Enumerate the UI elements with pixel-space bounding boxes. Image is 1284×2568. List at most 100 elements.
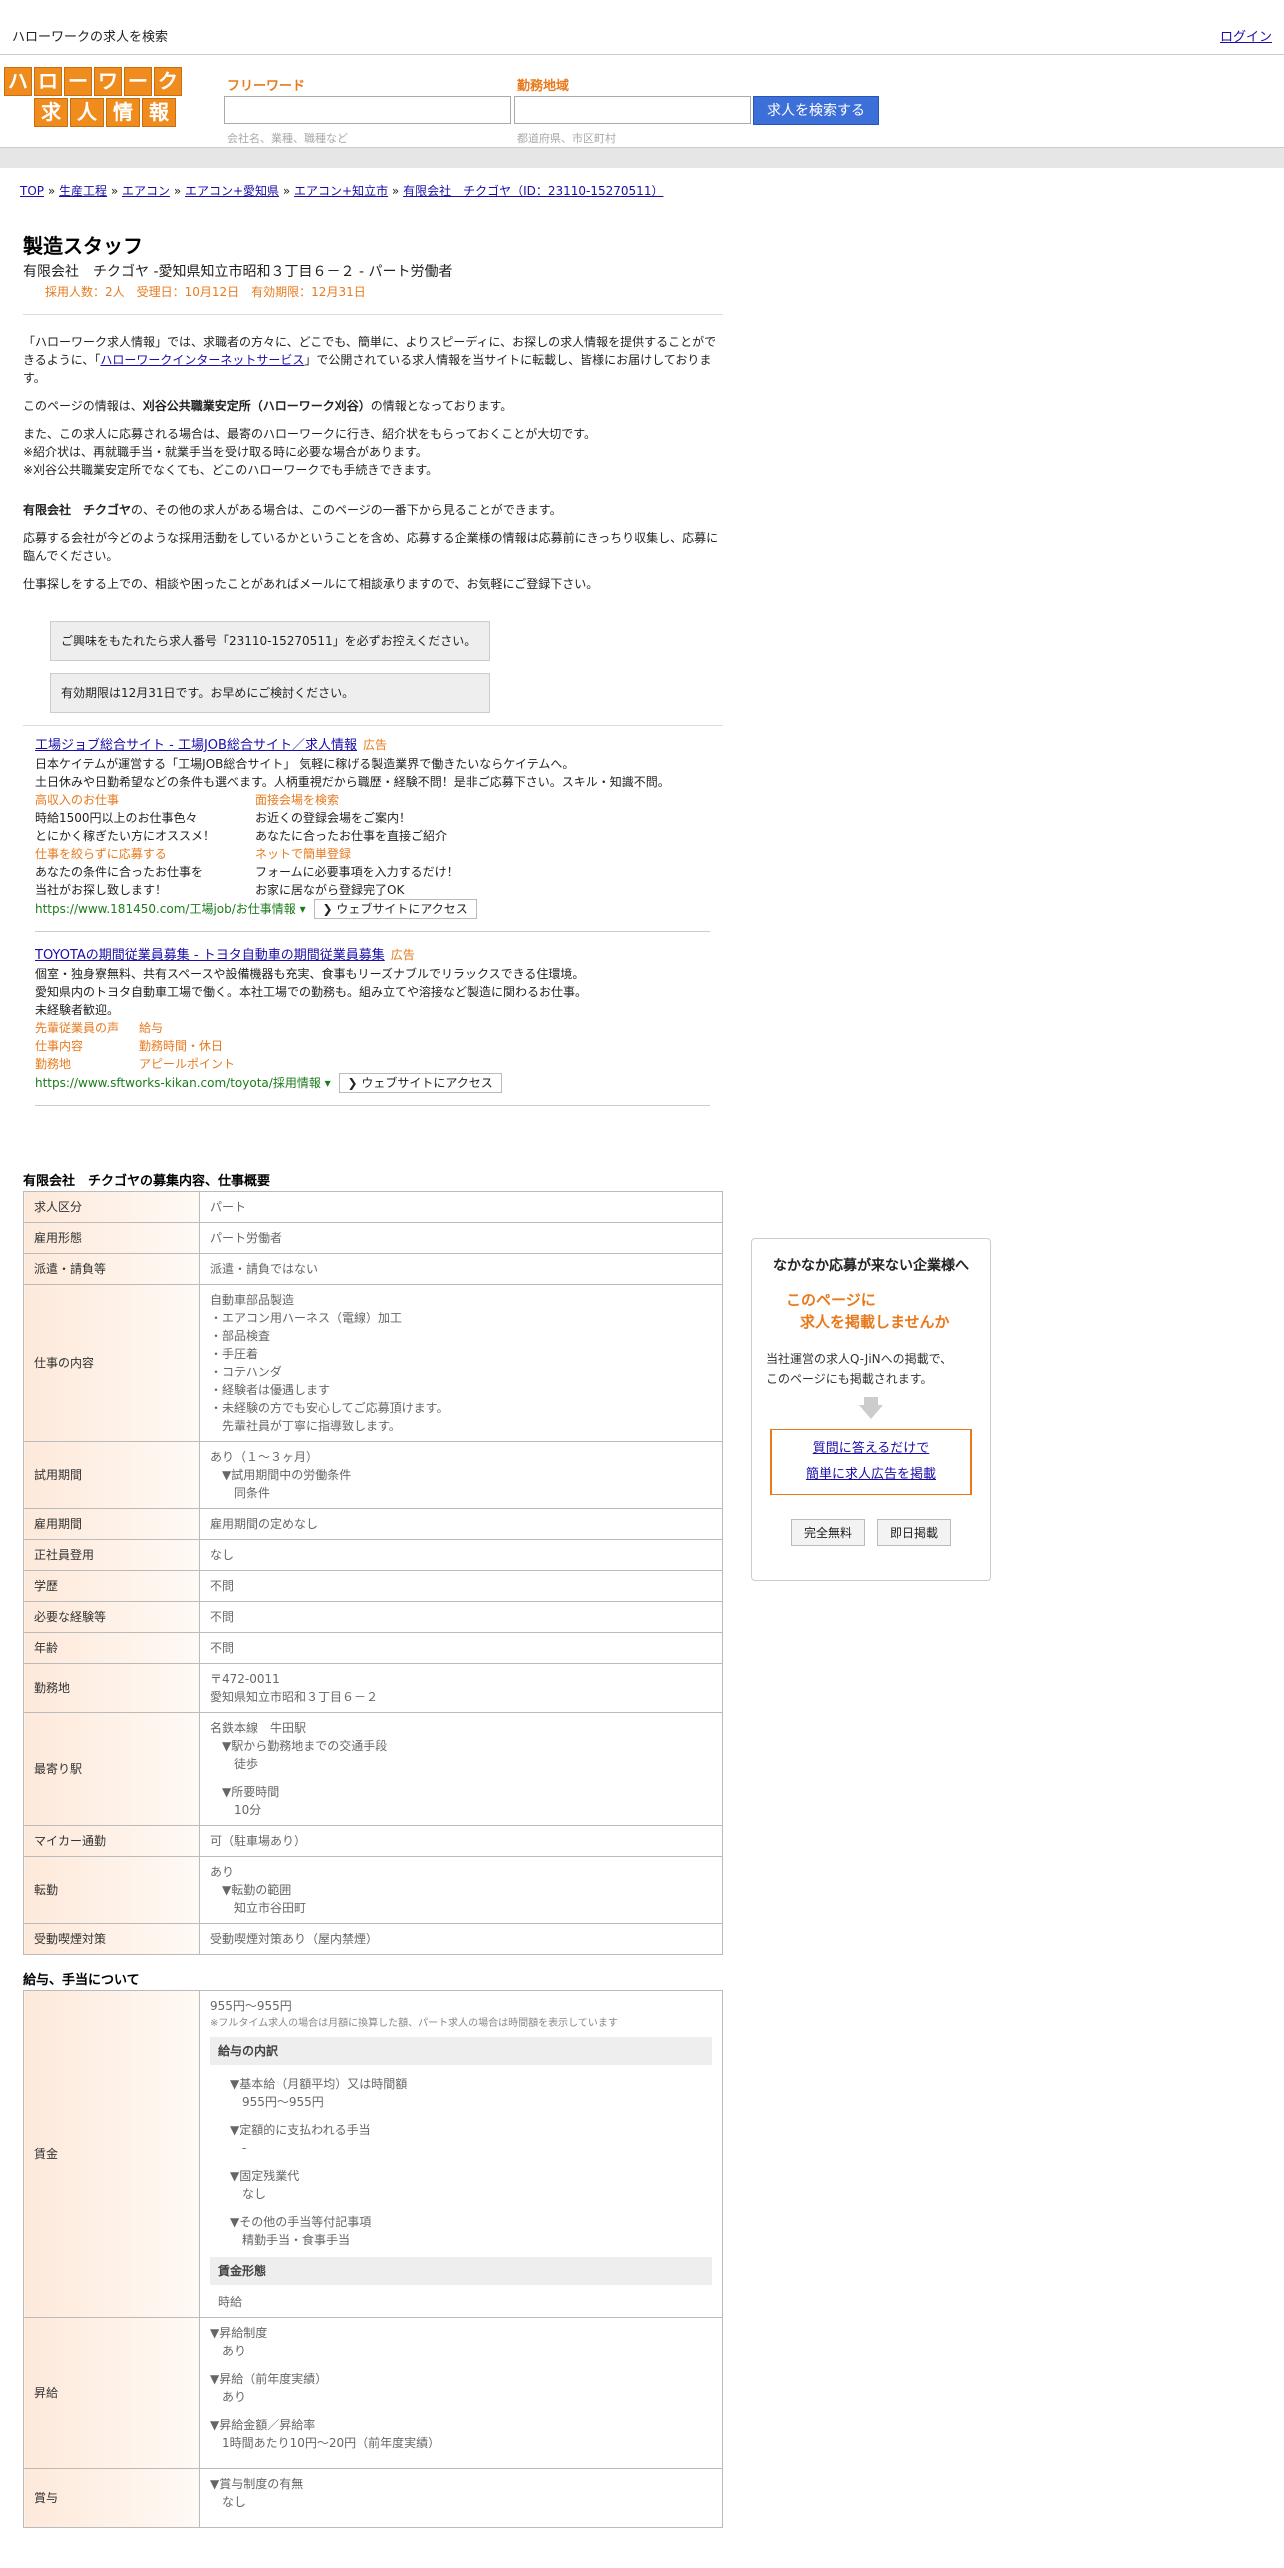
source-paragraph: このページの情報は、刈谷公共職業安定所（ハローワーク刈谷）の情報となっております… [23,397,723,415]
breadcrumb-keyword[interactable]: エアコン [122,184,170,198]
divider [23,725,723,726]
table-key: 仕事の内容 [23,1284,200,1442]
ad-url[interactable]: https://www.181450.com/工場job/お仕事情報 [35,902,296,916]
table-value: 雇用期間の定めなし [199,1508,723,1540]
ad-sitelink[interactable]: 勤務地 [35,1055,139,1073]
breakdown-heading: 給与の内訳 [210,2037,712,2065]
ad-sitelink[interactable]: 面接会場を検索 お近くの登録会場をご案内！ あなたに合ったお仕事を直接ご紹介 [255,791,495,845]
sitelink-desc: あなたの条件に合ったお仕事を [35,865,204,879]
sitelink-title[interactable]: ネットで簡単登録 [255,845,495,863]
visit-site-label: ウェブサイトにアクセス [361,1076,493,1090]
visit-site-label: ウェブサイトにアクセス [336,902,468,916]
table-sub-line: 10分 [222,1803,262,1817]
sitelink-title[interactable]: 面接会場を検索 [255,791,495,809]
ad-sitelink[interactable]: 勤務時間・休日 [139,1037,279,1055]
job-title: 製造スタッフ [23,234,143,258]
ad-sitelink[interactable]: 給与 [139,1019,279,1037]
breakdown-item: ▼基本給（月額平均）又は時間額 955円〜955円 [230,2075,712,2111]
table-key: 派遣・請負等 [23,1253,200,1285]
logo-char: ー [124,67,152,96]
login-link[interactable]: ログイン [1220,26,1272,45]
company-name: 有限会社 チクゴヤ [23,503,132,517]
table-value: 名鉄本線 牛田駅 ▼駅から勤務地までの交通手段 徒歩 ▼所要時間 10分 [199,1712,723,1826]
detail-item: ▼昇給金額／昇給率 1時間あたり10円〜20円（前年度実績） [210,2416,712,2452]
ad-sitelink[interactable]: ネットで簡単登録 フォームに必要事項を入力するだけ！ お家に居ながら登録完了OK [255,845,495,899]
table-key: 受動喫煙対策 [23,1923,200,1955]
same-day-button[interactable]: 即日掲載 [877,1519,952,1546]
table-sub-line: 同条件 [222,1486,271,1500]
table-key: 雇用期間 [23,1508,200,1540]
sitelink-title[interactable]: 仕事を絞らずに応募する [35,845,255,863]
logo-char: 人 [70,98,104,127]
other-jobs-text: の、その他の求人がある場合は、このページの一番下から見ることができます。 [131,503,562,517]
ad-tag: 広告 [390,948,415,962]
promo-link[interactable]: 簡単に求人広告を掲載 [806,1467,936,1482]
ad-sitelink[interactable]: 仕事内容 [35,1037,139,1055]
breadcrumb-keyword-pref[interactable]: エアコン+愛知県 [185,184,279,198]
table-sub-line: 徒歩 [222,1757,259,1771]
free-button[interactable]: 完全無料 [790,1519,865,1546]
ad-sitelink[interactable]: 高収入のお仕事 時給1500円以上のお仕事色々 とにかく稼ぎたい方にオススメ！ [35,791,255,845]
visit-site-button[interactable]: ❯ ウェブサイトにアクセス [313,899,477,919]
referral-text: ※刈谷公共職業安定所でなくても、どこのハローワークでも手続きできます。 [23,463,439,477]
table-row: 学歴 不問 [23,1570,723,1602]
table-value-line: 雇用期間の定めなし [210,1517,319,1531]
table-value: 自動車部品製造 ・エアコン用ハーネス（電線）加工 ・部品検査 ・手圧着 ・コテハンダ ・経… [199,1284,723,1442]
table-value-line: ・エアコン用ハーネス（電線）加工 [210,1311,403,1325]
table-sub-line [222,1773,712,1783]
breakdown-heading: ▼定額的に支払われる手当 [230,2123,371,2137]
down-arrow-icon [864,1397,878,1405]
visit-site-button[interactable]: ❯ ウェブサイトにアクセス [338,1073,502,1093]
table-value-line: あり（１～３ヶ月） [210,1450,319,1464]
ad-sitelink[interactable]: アピールポイント [139,1055,279,1073]
down-arrow-icon [859,1405,883,1419]
breakdown-item: ▼その他の手当等付記事項 精勤手当・食事手当 [230,2213,712,2249]
company-line: 有限会社 チクゴヤ -愛知県知立市昭和３丁目６－２ - パート労働者 [23,264,453,280]
ad-description: 未経験者歓迎。 [35,1003,120,1017]
detail-value: あり [222,2390,247,2404]
wage-note: ※フルタイム求人の場合は月額に換算した額、パート求人の場合は時間額を表示していま… [210,2018,618,2029]
table-row: 転勤 あり ▼転勤の範囲 知立市谷田町 [23,1856,723,1924]
chevron-right-icon: ❯ [322,902,333,916]
search-button[interactable]: 求人を検索する [753,96,879,125]
breadcrumb-keyword-city[interactable]: エアコン+知立市 [294,184,388,198]
ad-title-link[interactable]: TOYOTAの期間従業員募集 - トヨタ自動車の期間従業員募集 [35,948,385,963]
table-row: 勤務地 〒472-0011 愛知県知立市昭和３丁目６－２ [23,1663,723,1713]
ad-url[interactable]: https://www.sftworks-kikan.com/toyota/採用… [35,1076,321,1090]
deadline-notice: 有効期限は12月31日です。お早めにご検討ください。 [50,673,490,713]
table-key: 試用期間 [23,1441,200,1509]
ad-sitelink[interactable]: 仕事を絞らずに応募する あなたの条件に合ったお仕事を 当社がお探し致します！ [35,845,255,899]
breakdown-value: 955円〜955円 [242,2095,324,2109]
intro-paragraph: 「ハローワーク求人情報」では、求職者の方々に、どこでも、簡単に、よりスピーディに… [23,333,723,387]
breakdown-heading: ▼その他の手当等付記事項 [230,2215,372,2229]
area-input[interactable] [514,96,751,124]
promo-link[interactable]: 質問に答えるだけで [813,1441,930,1456]
table-row: 雇用期間 雇用期間の定めなし [23,1508,723,1540]
ad-description: 個室・独身寮無料、共有スペースや設備機器も充実、食事もリーズナブルでリラックスで… [35,967,585,981]
table-row: マイカー通勤 可（駐車場あり） [23,1825,723,1857]
table-key: 雇用形態 [23,1222,200,1254]
sitelink-title[interactable]: 高収入のお仕事 [35,791,255,809]
table-value-line: ・手圧着 [210,1347,259,1361]
freeword-input[interactable] [224,96,511,124]
table-key: 求人区分 [23,1191,200,1223]
chevron-right-icon: ❯ [347,1076,358,1090]
table-value-line: あり [210,1865,235,1879]
breakdown-item: ▼固定残業代 なし [230,2167,712,2203]
ad-tag: 広告 [362,738,387,752]
breakdown-heading: ▼固定残業代 [230,2169,300,2183]
table-key: 昇給 [23,2317,200,2469]
table-value: ▼賞与制度の有無 なし [199,2468,723,2528]
hellowork-internet-link[interactable]: ハローワークインターネットサービス [100,353,304,367]
freeword-label: フリーワード [227,79,306,94]
breadcrumb-category[interactable]: 生産工程 [59,184,107,198]
table-value-line: 不問 [210,1610,235,1624]
ad-title-link[interactable]: 工場ジョブ総合サイト - 工場JOB総合サイト／求人情報 [35,738,357,753]
ad-sitelink[interactable]: 先輩従業員の声 [35,1019,139,1037]
breadcrumb-current[interactable]: 有限会社 チクゴヤ（ID：23110-15270511） [403,184,663,198]
site-logo[interactable]: ハローワーク 求人情報 [4,67,182,127]
advice-paragraph: 応募する会社が今どのような採用活動をしているかということを含め、応募する企業様の… [23,531,719,563]
breadcrumb-top[interactable]: TOP [20,184,44,198]
logo-char: ク [154,67,182,96]
table-value-line: 名鉄本線 牛田駅 [210,1721,307,1735]
